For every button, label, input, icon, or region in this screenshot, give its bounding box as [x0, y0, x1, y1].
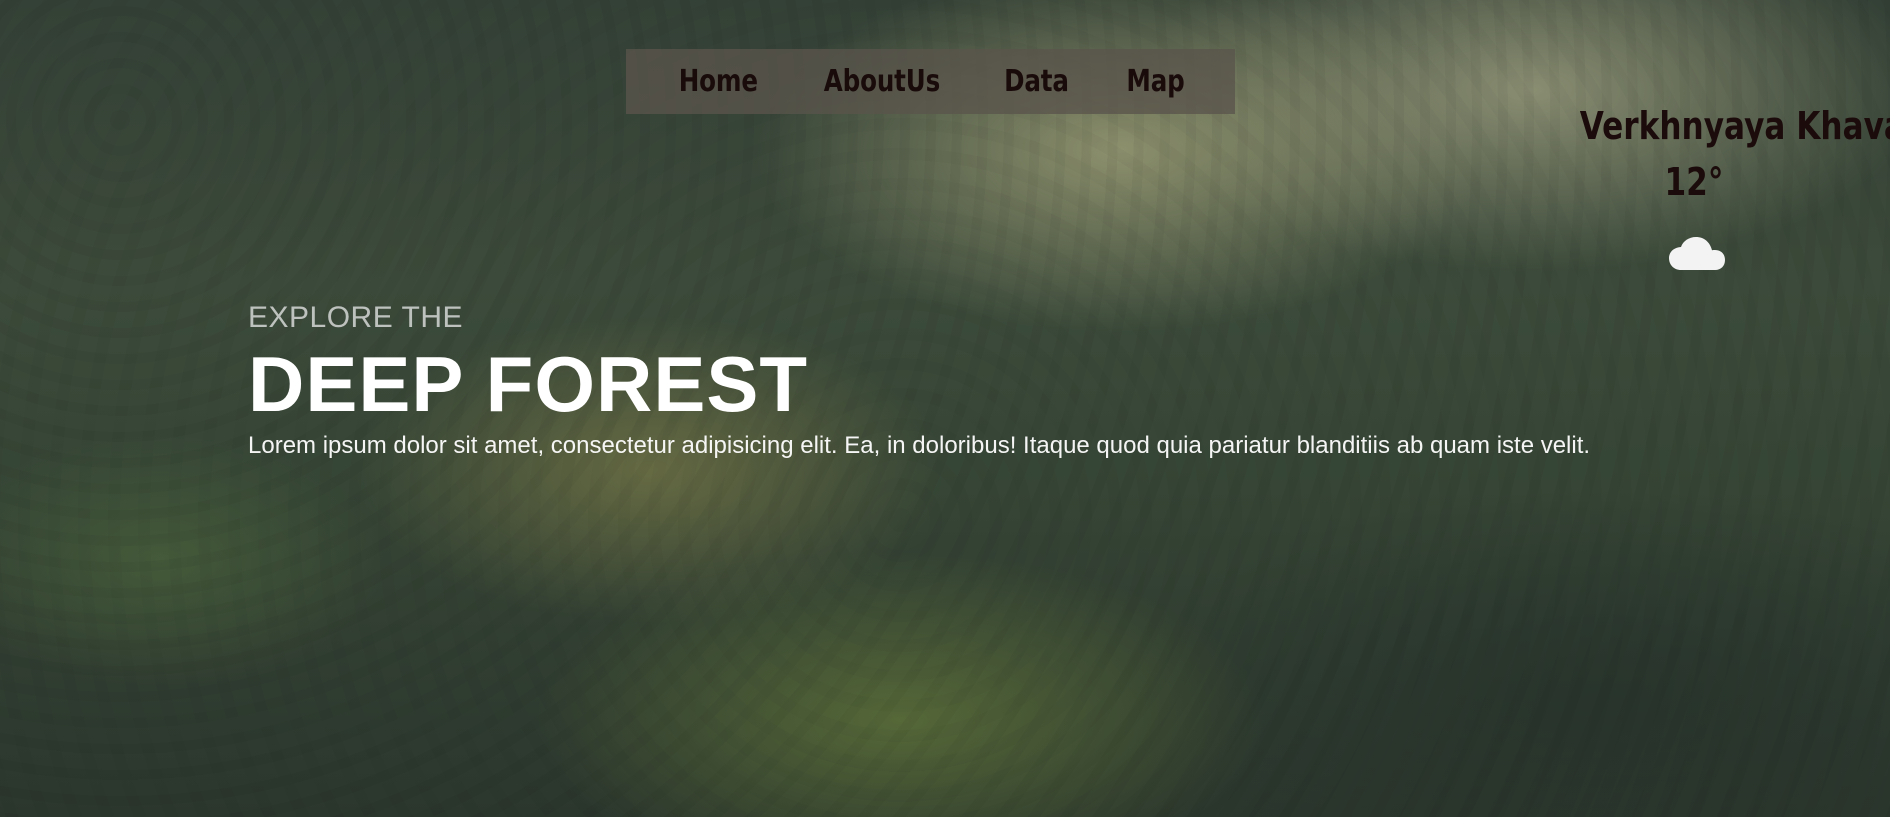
weather-city: Verkhnyaya Khava	[1579, 104, 1890, 148]
cloud-icon	[1661, 230, 1727, 274]
hero-kicker: EXPLORE THE	[248, 301, 464, 334]
weather-temperature: 12°	[1664, 160, 1724, 204]
nav-link-about-us[interactable]: AboutUs	[815, 56, 948, 107]
weather-widget: Verkhnyaya Khava 12°	[1544, 104, 1890, 274]
nav-link-map[interactable]: Map	[1118, 56, 1193, 107]
nav-link-data[interactable]: Data	[996, 56, 1077, 107]
nav-link-home[interactable]: Home	[671, 56, 767, 107]
hero-section: EXPLORE THE DEEP FOREST Lorem ipsum dolo…	[248, 300, 1748, 462]
hero-title: DEEP FOREST	[248, 340, 809, 428]
top-navigation: Home AboutUs Data Map	[626, 49, 1235, 114]
hero-description: Lorem ipsum dolor sit amet, consectetur …	[248, 432, 1591, 459]
